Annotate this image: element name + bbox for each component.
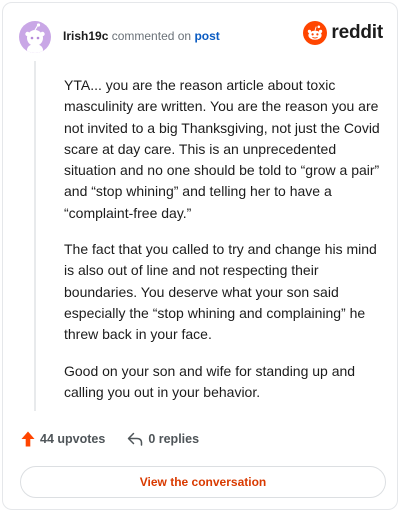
action-text: commented on — [111, 28, 192, 43]
upvote-arrow-icon — [21, 431, 35, 447]
reply-button[interactable]: 0 replies — [127, 432, 199, 446]
comment-paragraph: YTA... you are the reason article about … — [64, 77, 380, 221]
comment-paragraph: The fact that you called to try and chan… — [64, 241, 377, 343]
comment-body: YTA... you are the reason article about … — [64, 75, 382, 418]
reddit-snoo-icon — [303, 21, 328, 45]
upvote-count: 44 upvotes — [40, 432, 106, 446]
comment-card: Irish19c commented on post reddit YTA...… — [2, 2, 398, 510]
comment-meta: Irish19c commented on post — [63, 29, 220, 43]
comment-header: Irish19c commented on post reddit — [19, 19, 383, 55]
post-link[interactable]: post — [194, 29, 219, 43]
avatar[interactable] — [19, 21, 51, 53]
reddit-logo[interactable]: reddit — [303, 21, 383, 45]
reply-arrow-icon — [128, 432, 143, 446]
username-link[interactable]: Irish19c — [63, 29, 108, 43]
comment-actions: 44 upvotes 0 replies — [21, 431, 199, 447]
view-conversation-button[interactable]: View the conversation — [20, 466, 386, 498]
snoo-avatar-icon — [25, 23, 45, 53]
logo-text: reddit — [331, 22, 383, 43]
comment-paragraph: Good on your son and wife for standing u… — [64, 362, 356, 400]
upvote-button[interactable]: 44 upvotes — [21, 431, 105, 447]
reply-count: 0 replies — [148, 432, 200, 446]
thread-line — [34, 61, 36, 411]
